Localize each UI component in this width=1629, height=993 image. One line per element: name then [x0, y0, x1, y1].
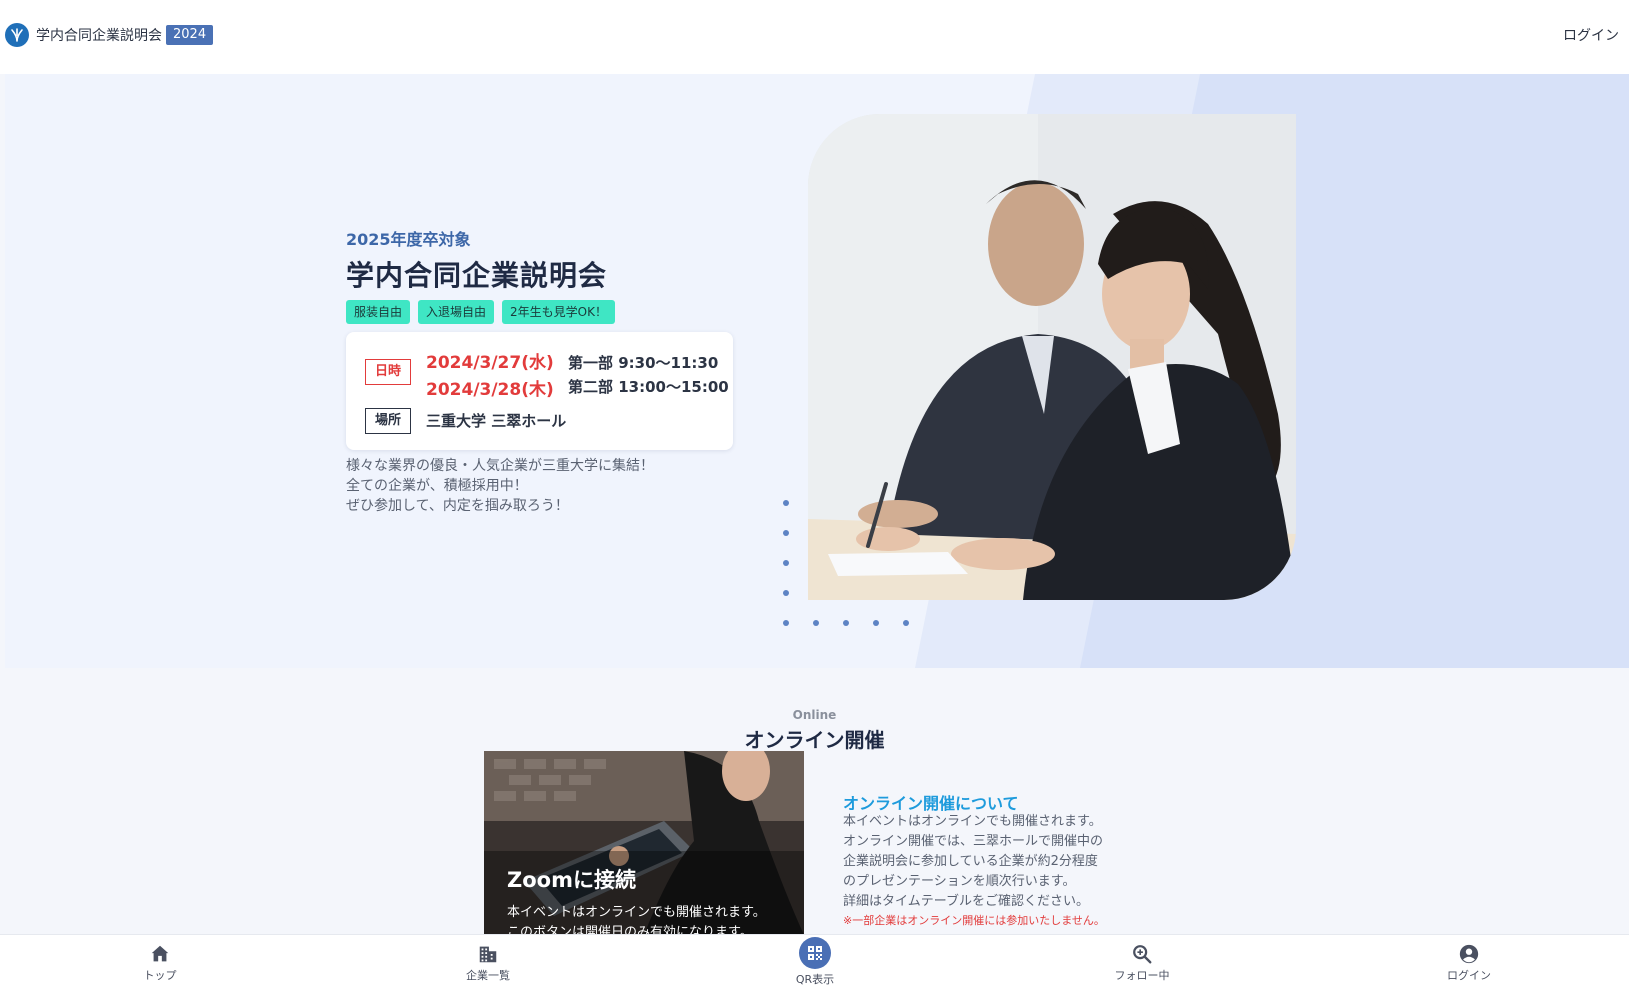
qr-code-icon: [799, 937, 831, 969]
online-about-note: ※一部企業はオンライン開催には参加いたしません。: [843, 914, 1105, 927]
about-line: オンライン開催では、三翠ホールで開催中の: [843, 834, 1104, 849]
nav-label: フォロー中: [1114, 969, 1170, 982]
description-line: ぜひ参加して、内定を掴み取ろう！: [346, 498, 569, 514]
hero-tags: 服装自由 入退場自由 2年生も見学OK！: [346, 300, 615, 324]
nav-label: トップ: [143, 969, 177, 982]
header-login-link[interactable]: ログイン: [1563, 25, 1619, 45]
tag-second-year-ok: 2年生も見学OK！: [502, 300, 615, 324]
decorative-dot: [813, 620, 819, 626]
app-title[interactable]: 学内合同企業説明会: [36, 25, 162, 45]
hero-subtitle: 2025年度卒対象: [346, 230, 471, 249]
building-icon: [479, 946, 497, 963]
online-about-body: 本イベントはオンラインでも開催されます。 オンライン開催では、三翠ホールで開催中…: [843, 812, 1103, 912]
online-section-kicker: Online: [792, 708, 837, 722]
nav-item-login[interactable]: ログイン: [1414, 943, 1524, 983]
decorative-dot: [903, 620, 909, 626]
nav-item-following[interactable]: フォロー中: [1087, 943, 1197, 983]
decorative-dot: [843, 620, 849, 626]
event-info-card: 日時 2024/3/27(水) 2024/3/28(木) 第一部 9:30〜11…: [346, 332, 733, 450]
nav-label: 企業一覧: [466, 969, 510, 982]
event-place: 三重大学 三翠ホール: [426, 412, 567, 430]
decorative-dot: [783, 620, 789, 626]
decorative-dot: [783, 590, 789, 596]
tag-entry-free: 入退場自由: [418, 300, 495, 324]
bottom-navigation: トップ 企業一覧 QR表示 フォロー中 ログイン: [0, 934, 1629, 993]
session-2-time: 第二部 13:00〜15:00: [568, 378, 729, 396]
hero-photo: [808, 114, 1296, 600]
university-logo-icon[interactable]: [5, 23, 29, 47]
nav-item-top[interactable]: トップ: [105, 943, 215, 983]
about-line: のプレゼンテーションを順次行います。: [843, 874, 1076, 889]
description-line: 様々な業界の優良・人気企業が三重大学に集結！: [346, 458, 654, 474]
nav-label: QR表示: [795, 973, 835, 986]
about-line: 本イベントはオンラインでも開催されます。: [843, 814, 1102, 829]
home-icon: [151, 945, 169, 962]
online-about-title: オンライン開催について: [843, 794, 1019, 813]
nav-item-qr[interactable]: QR表示: [760, 937, 870, 987]
about-line: 企業説明会に参加している企業が約2分程度: [843, 854, 1098, 869]
zoom-card-desc: 本イベントはオンラインでも開催されます。: [507, 905, 766, 920]
decorative-dot: [873, 620, 879, 626]
online-section-title: オンライン開催: [744, 728, 885, 752]
hero-description: 様々な業界の優良・人気企業が三重大学に集結！ 全ての企業が、積極採用中！ ぜひ参…: [346, 456, 654, 516]
hero-photo-illustration: [808, 114, 1296, 600]
event-date-2: 2024/3/28(木): [426, 380, 554, 400]
nav-item-company-list[interactable]: 企業一覧: [433, 943, 543, 983]
tag-dress-free: 服装自由: [346, 300, 411, 324]
top-header: 学内合同企業説明会 2024 ログイン: [0, 0, 1629, 74]
hero-title: 学内合同企業説明会: [346, 259, 608, 292]
zoom-card-title: Zoomに接続: [507, 868, 636, 892]
nav-label: ログイン: [1447, 969, 1491, 982]
zoom-card-desc: このボタンは開催日のみ有効になります。: [507, 925, 753, 935]
decorative-dot: [783, 560, 789, 566]
place-label: 場所: [365, 408, 411, 434]
session-1-time: 第一部 9:30〜11:30: [568, 354, 719, 372]
account-circle-icon: [1459, 944, 1479, 964]
decorative-dot: [783, 500, 789, 506]
date-label: 日時: [365, 359, 411, 385]
search-zoom-icon: [1133, 945, 1152, 964]
event-date-1: 2024/3/27(水): [426, 353, 554, 373]
about-line: 詳細はタイムテーブルをご確認ください。: [843, 894, 1089, 909]
zoom-connect-button[interactable]: Zoomに接続 本イベントはオンラインでも開催されます。 このボタンは開催日のみ…: [484, 751, 804, 935]
year-badge: 2024: [166, 25, 214, 45]
description-line: 全ての企業が、積極採用中！: [346, 478, 528, 494]
decorative-dot: [783, 530, 789, 536]
